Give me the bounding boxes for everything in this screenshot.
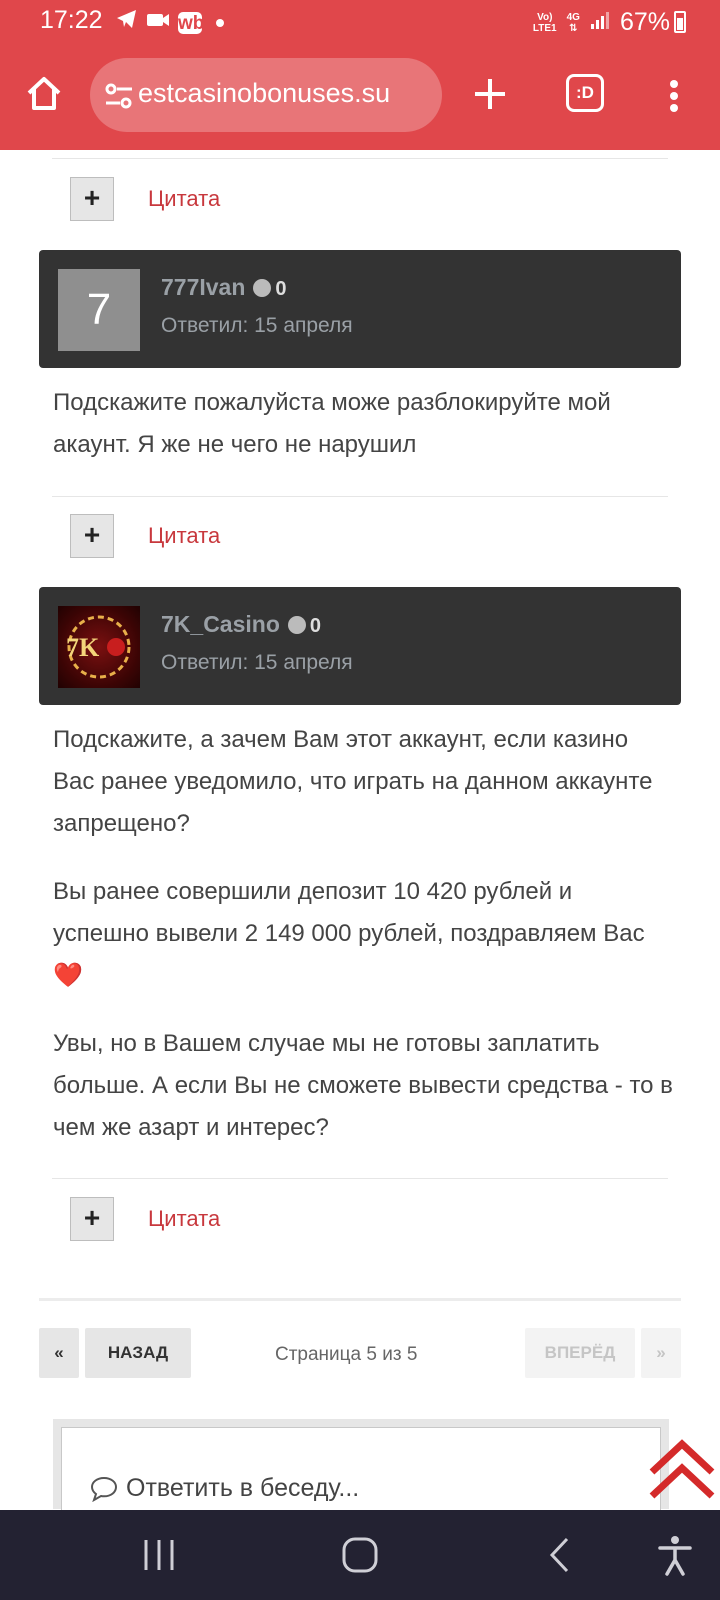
reply-date: Ответил: 15 апреля	[161, 314, 353, 337]
recents-icon[interactable]	[136, 1532, 182, 1578]
username-link[interactable]: 777Ivan	[161, 274, 245, 300]
chat-icon	[90, 1476, 118, 1503]
last-page-button[interactable]: »	[641, 1328, 681, 1378]
quote-plus-button[interactable]: +	[70, 1197, 114, 1241]
post-body: Подскажите, а зачем Вам этот аккаунт, ес…	[53, 719, 673, 1149]
home-nav-icon[interactable]	[337, 1532, 383, 1578]
more-notifications-dot	[216, 18, 224, 27]
back-icon[interactable]	[538, 1532, 584, 1578]
post-paragraph: Подскажите, а зачем Вам этот аккаунт, ес…	[53, 726, 653, 837]
url-text[interactable]: estcasinobonuses.su	[138, 78, 428, 109]
avatar[interactable]: 7K	[58, 606, 140, 688]
system-nav-bar	[0, 1510, 720, 1600]
quote-row: + Цитата	[70, 1197, 470, 1241]
logo-text: 7K	[66, 633, 100, 662]
username-link[interactable]: 7K_Casino	[161, 611, 280, 637]
first-page-button[interactable]: «	[39, 1328, 79, 1378]
quote-row: + Цитата	[70, 514, 470, 558]
quote-plus-button[interactable]: +	[70, 177, 114, 221]
post-author: 777Ivan 0	[161, 274, 287, 301]
quote-plus-button[interactable]: +	[70, 514, 114, 558]
pagination: « НАЗАД Страница 5 из 5 ВПЕРЁД »	[39, 1328, 681, 1378]
reply-placeholder[interactable]: Ответить в беседу...	[126, 1474, 359, 1503]
accessibility-icon[interactable]	[652, 1532, 698, 1578]
divider	[52, 158, 668, 159]
quote-row: + Цитата	[70, 177, 470, 221]
telegram-icon	[116, 9, 138, 36]
status-time: 17:22	[40, 6, 103, 34]
battery-percent: 67%	[619, 8, 670, 36]
section-divider	[39, 1298, 681, 1301]
volte-indicator: Vo) LTE1	[532, 11, 557, 34]
post-paragraph: Подскажите пожалуйста може разблокируйте…	[53, 389, 611, 458]
status-bar: 17:22 wb Vo) LTE1 4G ⇅ 67%	[0, 0, 720, 44]
plus-icon[interactable]	[470, 74, 510, 114]
address-bar[interactable]: estcasinobonuses.su	[90, 58, 442, 132]
wildberries-icon: wb	[178, 11, 205, 34]
quote-link[interactable]: Цитата	[148, 186, 220, 212]
quote-link[interactable]: Цитата	[148, 1206, 220, 1232]
casino-logo-icon: 7K	[66, 615, 131, 679]
post-header: 7K 7K_Casino 0 Ответил: 15 апреля	[39, 587, 681, 705]
browser-top-bar: 17:22 wb Vo) LTE1 4G ⇅ 67% estcasinobonu…	[0, 0, 720, 150]
tabs-icon[interactable]: :D	[566, 74, 604, 112]
network-type: 4G ⇅	[566, 11, 580, 34]
post-header: 7 777Ivan 0 Ответил: 15 апреля	[39, 250, 681, 368]
more-icon[interactable]	[664, 76, 684, 116]
status-right: Vo) LTE1 4G ⇅ 67%	[533, 8, 670, 37]
post-paragraph: Увы, но в Вашем случае мы не готовы запл…	[53, 1030, 673, 1141]
notification-icons: wb	[116, 9, 224, 36]
reply-date: Ответил: 15 апреля	[161, 651, 353, 674]
next-page-button[interactable]: ВПЕРЁД	[525, 1328, 635, 1378]
battery-icon	[674, 11, 686, 33]
scroll-top-icon[interactable]	[646, 1438, 718, 1504]
browser-toolbar: estcasinobonuses.su :D	[0, 52, 720, 140]
divider	[52, 1178, 668, 1179]
prev-page-button[interactable]: НАЗАД	[85, 1328, 191, 1378]
signal-icon	[590, 10, 610, 35]
home-icon[interactable]	[24, 74, 64, 114]
page-indicator: Страница 5 из 5	[275, 1344, 418, 1365]
tune-icon[interactable]	[104, 82, 134, 110]
reputation-count: 0	[309, 615, 321, 637]
reply-container: Ответить в беседу...	[53, 1419, 669, 1527]
quote-link[interactable]: Цитата	[148, 523, 220, 549]
post-paragraph: Вы ранее совершили депозит 10 420 рублей…	[53, 878, 645, 989]
post-body: Подскажите пожалуйста може разблокируйте…	[53, 382, 673, 466]
post-author: 7K_Casino 0	[161, 611, 321, 638]
divider	[52, 496, 668, 497]
avatar[interactable]: 7	[58, 269, 140, 351]
reputation-count: 0	[275, 278, 287, 300]
online-status-icon	[253, 279, 272, 297]
online-status-icon	[287, 616, 306, 634]
camera-icon	[146, 9, 170, 36]
